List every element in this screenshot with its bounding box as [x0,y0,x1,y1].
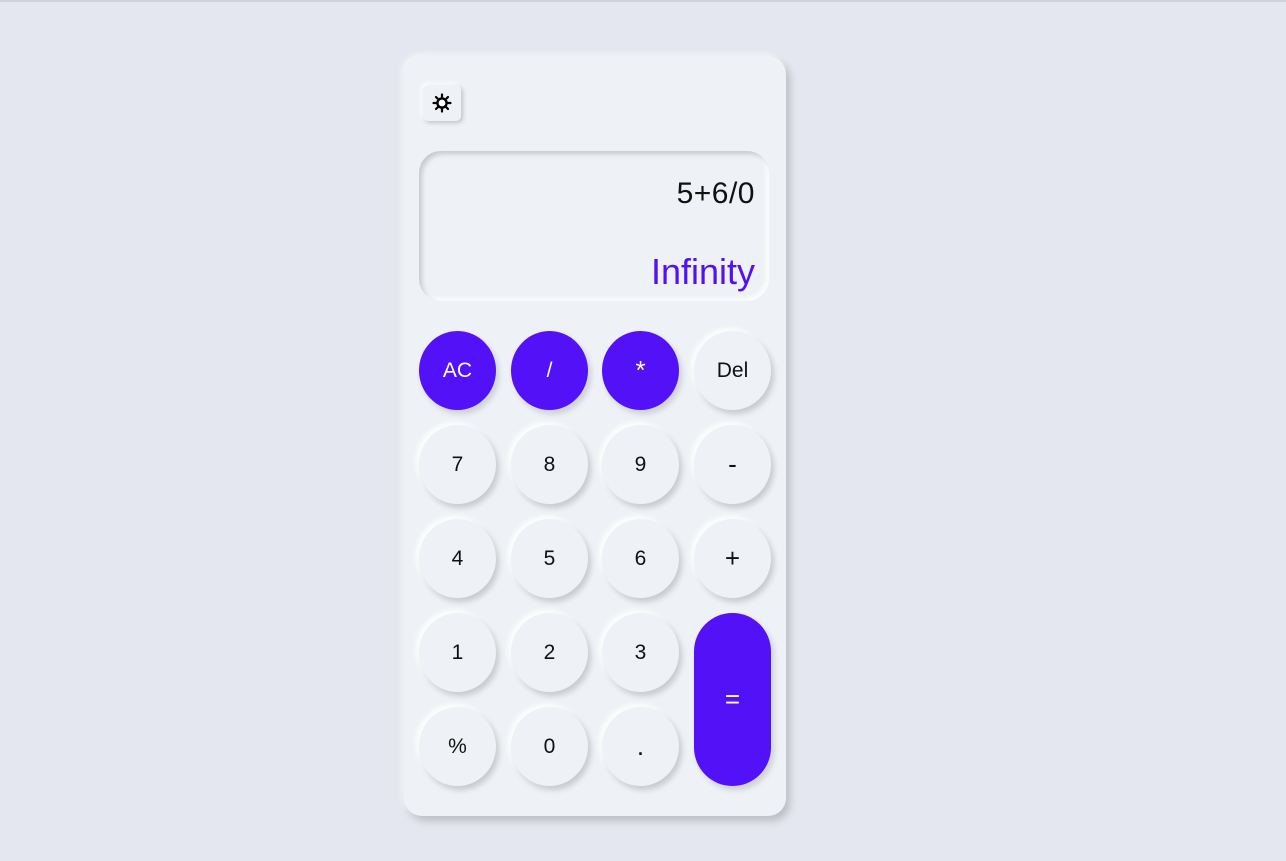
digit-2-button[interactable]: 2 [511,613,588,692]
digit-1-button[interactable]: 1 [419,613,496,692]
sun-icon [432,93,452,113]
calculator-panel: 5+6/0 Infinity AC / * Del 7 8 9 - 4 5 6 … [404,56,786,816]
plus-button[interactable]: + [694,519,771,598]
divide-button[interactable]: / [511,331,588,410]
digit-3-button[interactable]: 3 [602,613,679,692]
clear-all-button[interactable]: AC [419,331,496,410]
delete-button[interactable]: Del [694,331,771,410]
percent-button[interactable]: % [419,707,496,786]
equals-button[interactable]: = [694,613,771,786]
digit-9-button[interactable]: 9 [602,425,679,504]
expression-text: 5+6/0 [676,177,755,210]
result-text: Infinity [650,251,755,292]
minus-button[interactable]: - [694,425,771,504]
digit-7-button[interactable]: 7 [419,425,496,504]
calculator-display: 5+6/0 Infinity [419,151,769,301]
digit-0-button[interactable]: 0 [511,707,588,786]
multiply-button[interactable]: * [602,331,679,410]
digit-5-button[interactable]: 5 [511,519,588,598]
digit-6-button[interactable]: 6 [602,519,679,598]
digit-8-button[interactable]: 8 [511,425,588,504]
decimal-point-button[interactable]: . [602,707,679,786]
theme-toggle-button[interactable] [423,85,461,121]
digit-4-button[interactable]: 4 [419,519,496,598]
window-top-border [0,0,1286,2]
